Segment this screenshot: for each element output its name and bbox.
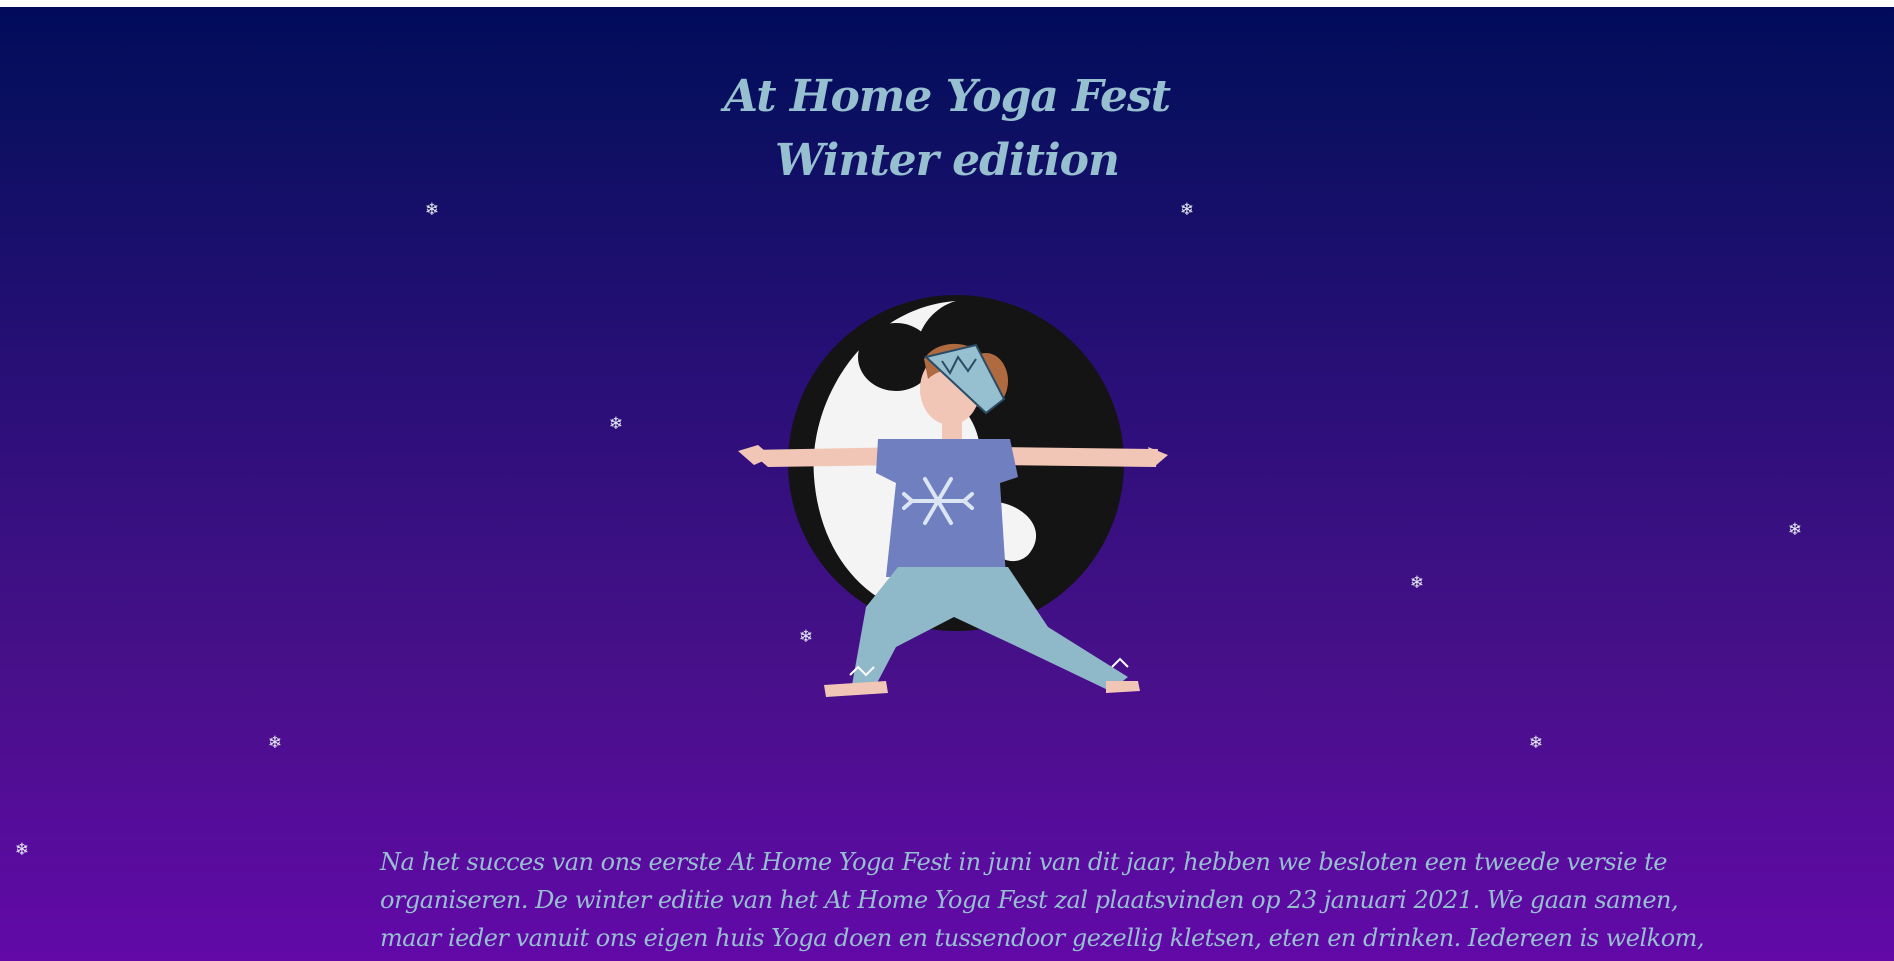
title-line-1: At Home Yoga Fest <box>723 71 1171 122</box>
snowflake-icon: ❄ <box>1528 733 1544 753</box>
snowflake-icon: ❄ <box>14 840 30 860</box>
intro-line-1: Na het succes van ons eerste At Home Yog… <box>380 848 1667 876</box>
intro-line-2: organiseren. De winter editie van het At… <box>380 886 1679 914</box>
snowflake-icon: ❄ <box>1787 520 1803 540</box>
snowflake-icon: ❄ <box>267 733 283 753</box>
intro-line-3: maar ieder vanuit ons eigen huis Yoga do… <box>380 924 1705 952</box>
snowflake-icon: ❄ <box>608 414 624 434</box>
page-title: At Home Yoga Fest Winter edition <box>0 65 1894 193</box>
snowflake-icon: ❄ <box>1409 573 1425 593</box>
title-line-2: Winter edition <box>774 135 1120 186</box>
snowflake-icon: ❄ <box>1179 200 1195 220</box>
snowflake-icon: ❄ <box>424 200 440 220</box>
intro-paragraph: Na het succes van ons eerste At Home Yog… <box>380 843 1705 957</box>
page-background: At Home Yoga Fest Winter edition ❄ ❄ ❄ ❄… <box>0 7 1894 961</box>
yoga-warrior-illustration <box>728 287 1168 707</box>
